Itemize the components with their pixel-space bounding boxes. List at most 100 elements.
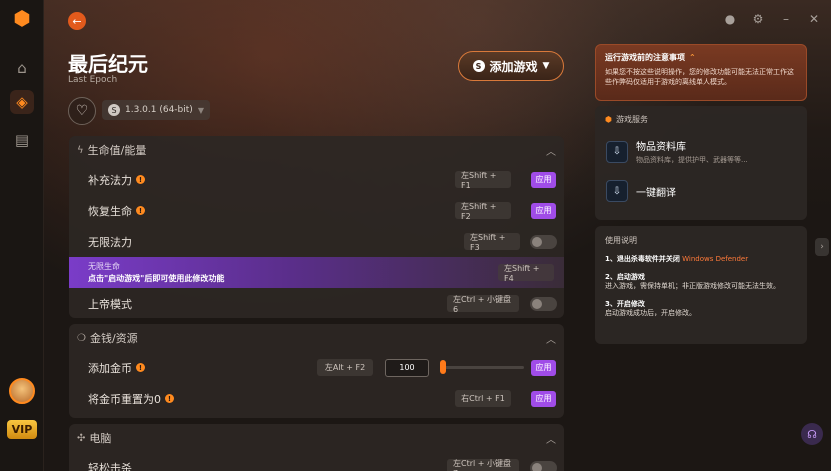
step-number: 1、 xyxy=(605,255,617,263)
window-controls: ● ⚙ – ✕ xyxy=(723,12,821,26)
add-game-button[interactable]: S 添加游戏 ▼ xyxy=(458,51,564,81)
launch-hint: 点击"启动游戏"后即可使用此修改功能 xyxy=(88,274,225,283)
hotkey-button[interactable]: 左Shift + F4 xyxy=(498,264,554,283)
amount-slider[interactable] xyxy=(440,360,524,374)
cheat-label: 上帝模式 xyxy=(88,297,132,311)
notice-title: 运行游戏前的注意事项 xyxy=(605,53,685,62)
close-icon[interactable]: ✕ xyxy=(807,12,821,26)
section-title: 生命值/能量 xyxy=(87,144,147,157)
toggle-switch[interactable] xyxy=(530,460,557,471)
cheat-row-disabled: 无限生命 点击"启动游戏"后即可使用此修改功能 左Shift + F4 xyxy=(69,257,564,288)
download-icon: ⇩ xyxy=(606,180,628,202)
step-title: 启动游戏 xyxy=(616,273,645,281)
cheat-label: 恢复生命 xyxy=(88,204,132,218)
section-money-resources: ❍ 金钱/资源 ︿ 添加金币! 左Alt + F2 100 应用 将金币重置为0… xyxy=(69,324,564,418)
section-title: 电脑 xyxy=(89,432,112,445)
arrow-left-icon: ← xyxy=(72,14,82,28)
section-computer: ✣ 电脑 ︿ 轻松击杀 左Ctrl + 小键盘7 xyxy=(69,424,564,471)
cheat-label: 添加金币 xyxy=(88,361,132,375)
step-highlight: Windows Defender xyxy=(682,255,749,263)
favorite-button[interactable]: ♡ xyxy=(68,97,96,125)
service-item-translate[interactable]: ⇩ 一键翻译 xyxy=(606,180,676,202)
cheat-row: 无限法力 左Shift + F3 xyxy=(69,226,564,257)
cheat-row: 将金币重置为0! 右Ctrl + F1 应用 xyxy=(69,383,564,414)
section-health-energy: ϟ 生命值/能量 ︿ 补充法力! 左Shift + F1 应用 恢复生命! 左S… xyxy=(69,136,564,318)
chevron-right-icon[interactable]: › xyxy=(815,238,829,256)
info-icon[interactable]: ! xyxy=(165,394,174,403)
usage-title: 使用说明 xyxy=(605,236,637,245)
apply-button[interactable]: 应用 xyxy=(531,359,556,376)
warning-icon: ⌃ xyxy=(689,53,696,62)
slider-handle[interactable] xyxy=(440,360,446,374)
section-header[interactable]: ✣ 电脑 ︿ xyxy=(69,424,564,452)
cheat-label: 无限生命 xyxy=(88,262,120,271)
home-icon[interactable]: ⌂ xyxy=(10,56,34,80)
section-header[interactable]: ϟ 生命值/能量 ︿ xyxy=(69,136,564,164)
apply-button[interactable]: 应用 xyxy=(531,202,556,219)
game-services-card: ⬢ 游戏服务 ⇩ 物品资料库 物品资料库，提供护甲、武器等等... ⇩ 一键翻译 xyxy=(595,106,807,220)
chevron-up-icon[interactable]: ︿ xyxy=(546,431,556,446)
chevron-down-icon: ▼ xyxy=(197,105,204,115)
app-logo-icon[interactable]: ⬢ xyxy=(10,6,34,30)
minimize-icon[interactable]: – xyxy=(779,12,793,26)
heart-icon: ♡ xyxy=(75,103,89,119)
gamepad-icon[interactable]: ◈ xyxy=(10,90,34,114)
steam-icon: S xyxy=(472,60,485,72)
service-title: 一键翻译 xyxy=(636,187,676,199)
chevron-up-icon[interactable]: ︿ xyxy=(546,143,556,158)
headset-icon[interactable]: ☊ xyxy=(801,423,823,445)
cheat-label: 轻松击杀 xyxy=(88,461,132,471)
services-title: 游戏服务 xyxy=(615,115,648,124)
usage-step: 2、启动游戏 进入游戏，需保持单机；非正版游戏修改可能无法生效。 xyxy=(605,273,797,291)
service-title: 物品资料库 xyxy=(636,142,686,153)
computer-icon: ✣ xyxy=(77,432,86,444)
hotkey-button[interactable]: 左Alt + F2 xyxy=(317,359,373,376)
usage-step: 1、退出杀毒软件并关闭 Windows Defender xyxy=(605,255,797,264)
settings-icon[interactable]: ⚙ xyxy=(751,12,765,26)
step-title: 退出杀毒软件并关闭 xyxy=(616,255,680,263)
health-icon: ϟ xyxy=(77,144,84,156)
sidebar: ⬢ ⌂ ◈ ▤ VIP xyxy=(0,0,44,471)
section-header[interactable]: ❍ 金钱/资源 ︿ xyxy=(69,324,564,352)
cheat-row: 补充法力! 左Shift + F1 应用 xyxy=(69,164,564,195)
amount-input[interactable]: 100 xyxy=(385,358,429,377)
services-icon: ⬢ xyxy=(605,115,612,124)
box-icon[interactable]: ▤ xyxy=(10,128,34,152)
vip-badge[interactable]: VIP xyxy=(7,420,37,439)
hotkey-button[interactable]: 左Ctrl + 小键盘7 xyxy=(447,459,519,471)
cheat-row: 上帝模式 左Ctrl + 小键盘6 xyxy=(69,288,564,319)
hotkey-button[interactable]: 左Ctrl + 小键盘6 xyxy=(447,295,519,314)
hotkey-button[interactable]: 左Shift + F2 xyxy=(455,202,511,221)
toggle-switch[interactable] xyxy=(530,234,557,249)
hotkey-button[interactable]: 左Shift + F3 xyxy=(464,233,520,252)
info-icon[interactable]: ! xyxy=(136,363,145,372)
apply-button[interactable]: 应用 xyxy=(531,171,556,188)
page-title: 最后纪元 xyxy=(68,52,148,76)
cheat-row: 轻松击杀 左Ctrl + 小键盘7 xyxy=(69,452,564,471)
cheat-label: 补充法力 xyxy=(88,173,132,187)
chevron-up-icon[interactable]: ︿ xyxy=(546,331,556,346)
info-icon[interactable]: ! xyxy=(136,175,145,184)
notice-body: 如果您不按这些说明操作，您的修改功能可能无法正常工作这些作弊码仅适用于游戏的离线… xyxy=(605,68,794,86)
cheat-label: 将金币重置为0 xyxy=(88,392,161,406)
hotkey-button[interactable]: 左Shift + F1 xyxy=(455,171,511,190)
version-select[interactable]: S 1.3.0.1 (64-bit) ▼ xyxy=(102,100,210,120)
cheat-row: 添加金币! 左Alt + F2 100 应用 xyxy=(69,352,564,383)
info-icon[interactable]: ! xyxy=(136,206,145,215)
step-body: 启动游戏成功后，开启修改。 xyxy=(605,309,696,317)
service-desc: 物品资料库，提供护甲、武器等等... xyxy=(636,156,748,164)
back-button[interactable]: ← xyxy=(68,12,86,30)
version-label: 1.3.0.1 (64-bit) xyxy=(125,105,193,115)
caret-down-icon: ▼ xyxy=(542,61,550,71)
download-icon: ⇩ xyxy=(606,140,628,163)
service-item-item-database[interactable]: ⇩ 物品资料库 物品资料库，提供护甲、武器等等... xyxy=(606,138,748,165)
hotkey-button[interactable]: 右Ctrl + F1 xyxy=(455,390,511,407)
usage-instructions-card: 使用说明 1、退出杀毒软件并关闭 Windows Defender 2、启动游戏… xyxy=(595,226,807,344)
apply-button[interactable]: 应用 xyxy=(531,390,556,407)
steam-icon: S xyxy=(108,104,120,116)
step-number: 2、 xyxy=(605,273,617,281)
cheat-row: 恢复生命! 左Shift + F2 应用 xyxy=(69,195,564,226)
record-icon[interactable]: ● xyxy=(723,12,737,26)
toggle-switch[interactable] xyxy=(530,296,557,311)
avatar[interactable] xyxy=(9,378,35,404)
